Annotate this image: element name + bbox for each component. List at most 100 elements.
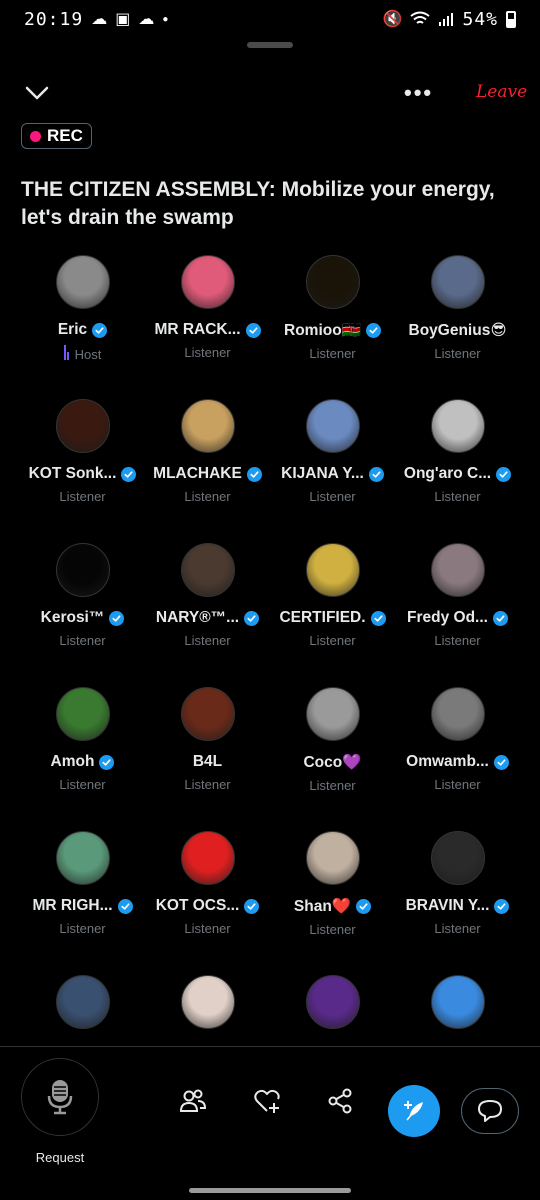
participant-card[interactable]: Eric Host: [20, 255, 145, 363]
avatar[interactable]: [55, 687, 110, 741]
avatar[interactable]: [180, 975, 235, 1029]
heart-plus-icon[interactable]: [253, 1087, 281, 1115]
share-icon[interactable]: [326, 1087, 354, 1115]
space-title: THE CITIZEN ASSEMBLY: Mobilize your ener…: [21, 178, 495, 229]
participant-name-row: Romioo🇰🇪: [270, 321, 395, 340]
request-mic-button[interactable]: [21, 1058, 99, 1136]
chevron-down-icon[interactable]: [22, 78, 52, 108]
participant-card[interactable]: Romioo🇰🇪 Listener: [270, 255, 395, 361]
avatar[interactable]: [305, 687, 360, 741]
avatar[interactable]: [430, 975, 485, 1029]
avatar[interactable]: [55, 831, 110, 885]
participant-role: Listener: [270, 489, 395, 504]
avatar[interactable]: [55, 399, 110, 453]
participant-name-row: MR RIGH...: [20, 897, 145, 915]
avatar[interactable]: [430, 255, 485, 309]
verified-badge-icon: [245, 322, 261, 338]
participant-card[interactable]: BoyGenius😎 Listener: [395, 255, 520, 361]
avatar[interactable]: [430, 687, 485, 741]
participant-role: Listener: [20, 921, 145, 936]
participant-card[interactable]: Kerosi™ Listener: [20, 543, 145, 648]
participant-card[interactable]: CERTIFIED. Listener: [270, 543, 395, 648]
compose-button[interactable]: [388, 1085, 440, 1137]
space-header: ••• Leave: [0, 70, 540, 114]
participant-name: B4L: [192, 753, 223, 770]
home-indicator[interactable]: [189, 1188, 351, 1193]
chat-button[interactable]: [461, 1088, 519, 1134]
avatar[interactable]: [305, 255, 360, 309]
participant-card[interactable]: [270, 975, 395, 1029]
participant-card[interactable]: BRAVIN Y... Listener: [395, 831, 520, 936]
participant-role: Listener: [145, 489, 270, 504]
participant-card[interactable]: [20, 975, 145, 1029]
participant-name: BRAVIN Y...: [405, 897, 490, 914]
more-icon[interactable]: •••: [404, 80, 433, 106]
avatar[interactable]: [180, 399, 235, 453]
participant-card[interactable]: KOT OCS... Listener: [145, 831, 270, 936]
participant-name-row: BRAVIN Y...: [395, 897, 520, 915]
participant-role: Listener: [395, 633, 520, 648]
avatar[interactable]: [305, 543, 360, 597]
participant-role-label: Listener: [309, 346, 356, 361]
participant-card[interactable]: Ong'aro C... Listener: [395, 399, 520, 504]
participant-card[interactable]: Omwamb... Listener: [395, 687, 520, 792]
participant-card[interactable]: MLACHAKE Listener: [145, 399, 270, 504]
participant-card[interactable]: [145, 975, 270, 1029]
avatar[interactable]: [55, 543, 110, 597]
participant-card[interactable]: NARY®™... Listener: [145, 543, 270, 648]
compose-icon: [404, 1101, 423, 1121]
avatar[interactable]: [55, 255, 110, 309]
participant-card[interactable]: [395, 975, 520, 1029]
participant-name: Ong'aro C...: [403, 465, 492, 482]
participant-name: Omwamb...: [406, 753, 489, 770]
participant-card[interactable]: Coco💜 Listener: [270, 687, 395, 793]
verified-badge-icon: [246, 466, 262, 482]
participant-role-label: Listener: [184, 345, 231, 360]
participant-role-label: Listener: [309, 489, 356, 504]
participant-name-row: Fredy Od...: [395, 609, 520, 627]
microphone-icon: [47, 1080, 73, 1115]
participant-role-label: Listener: [59, 633, 106, 648]
avatar[interactable]: [180, 255, 235, 309]
people-icon[interactable]: [179, 1087, 207, 1115]
participant-name: Coco💜: [303, 754, 362, 771]
participant-role: Listener: [20, 489, 145, 504]
participant-card[interactable]: Fredy Od... Listener: [395, 543, 520, 648]
participant-name: Romioo🇰🇪: [284, 322, 361, 339]
sheet-grabber[interactable]: [247, 42, 293, 48]
avatar[interactable]: [180, 687, 235, 741]
verified-badge-icon: [244, 610, 260, 626]
participant-name-row: Kerosi™: [20, 609, 145, 627]
participant-name-row: Omwamb...: [395, 753, 520, 771]
participant-role: Listener: [145, 777, 270, 792]
participant-role-label: Listener: [434, 346, 481, 361]
participant-card[interactable]: B4L Listener: [145, 687, 270, 792]
avatar[interactable]: [180, 831, 235, 885]
participant-role: Host: [20, 345, 145, 363]
participant-role-label: Listener: [59, 921, 106, 936]
participant-name: Kerosi™: [40, 609, 105, 626]
participant-role-label: Listener: [59, 777, 106, 792]
record-dot-icon: [30, 130, 41, 142]
participant-card[interactable]: MR RACK... Listener: [145, 255, 270, 360]
avatar[interactable]: [305, 831, 360, 885]
participant-card[interactable]: Shan❤️ Listener: [270, 831, 395, 937]
participant-role-label: Listener: [184, 633, 231, 648]
avatar[interactable]: [305, 399, 360, 453]
avatar[interactable]: [55, 975, 110, 1029]
leave-button[interactable]: Leave: [476, 82, 527, 102]
participant-card[interactable]: MR RIGH... Listener: [20, 831, 145, 936]
avatar[interactable]: [180, 543, 235, 597]
participant-card[interactable]: KIJANA Y... Listener: [270, 399, 395, 504]
avatar[interactable]: [430, 831, 485, 885]
avatar[interactable]: [430, 399, 485, 453]
request-label: Request: [35, 1150, 85, 1165]
avatar[interactable]: [430, 543, 485, 597]
participant-role: Listener: [270, 346, 395, 361]
participant-name: KIJANA Y...: [281, 465, 364, 482]
participant-role-label: Listener: [309, 922, 356, 937]
participant-name: MLACHAKE: [153, 465, 242, 482]
participant-card[interactable]: Amoh Listener: [20, 687, 145, 792]
participant-card[interactable]: KOT Sonk... Listener: [20, 399, 145, 504]
avatar[interactable]: [305, 975, 360, 1029]
